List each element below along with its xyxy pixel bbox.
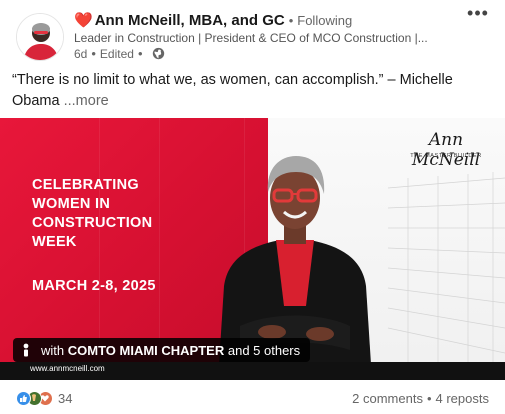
brand-logo-tagline: THE MASTER BUILDER xyxy=(410,153,482,159)
author-headline: Leader in Construction | President & CEO… xyxy=(74,31,428,45)
brand-logo-name: Ann McNeill xyxy=(411,130,481,170)
more-icon[interactable]: ••• xyxy=(466,4,490,24)
following-status: Following xyxy=(297,12,353,28)
website-url: www.annmcneill.com xyxy=(30,364,105,373)
social-counts-bar: 34 2 comments • 4 reposts xyxy=(0,386,505,412)
author-name[interactable]: Ann McNeill, MBA, and GC xyxy=(95,12,285,29)
post-header: ❤️ Ann McNeill, MBA, and GC • Following … xyxy=(0,0,505,66)
post-time[interactable]: 6d xyxy=(74,47,87,61)
promo-headline-line: CONSTRUCTION xyxy=(32,215,153,231)
post-meta: 6d • Edited • xyxy=(74,46,165,61)
tag-prefix: with xyxy=(41,342,65,358)
tag-others[interactable]: and 5 others xyxy=(228,343,300,358)
tagged-people-pill[interactable]: with COMTO MIAMI CHAPTER and 5 others xyxy=(13,338,311,362)
reaction-count[interactable]: 34 xyxy=(58,391,72,406)
separator-dot: • xyxy=(288,12,294,28)
post-image[interactable]: CELEBRATING WOMEN IN CONSTRUCTION WEEK M… xyxy=(0,118,505,380)
promo-headline-line: WOMEN IN xyxy=(32,196,111,212)
separator-dot: • xyxy=(137,46,143,61)
person-icon xyxy=(21,343,31,357)
separator-dot: • xyxy=(426,391,432,406)
globe-icon xyxy=(152,47,165,60)
tagged-organization[interactable]: COMTO MIAMI CHAPTER xyxy=(68,343,224,358)
promo-headline: CELEBRATING WOMEN IN CONSTRUCTION WEEK xyxy=(32,176,232,252)
engagement-counts: 2 comments • 4 reposts xyxy=(352,391,489,406)
promo-headline-line: WEEK xyxy=(32,234,77,250)
promo-headline-line: CELEBRATING xyxy=(32,177,139,193)
comments-count[interactable]: 2 comments xyxy=(352,391,423,406)
heart-emoji: ❤️ xyxy=(74,12,93,29)
like-icon xyxy=(16,391,31,406)
separator-dot: • xyxy=(91,46,96,61)
promo-dates: MARCH 2-8, 2025 xyxy=(32,278,156,294)
post-caption: “There is no limit to what we, as women,… xyxy=(12,70,492,112)
edited-label: Edited xyxy=(99,46,134,61)
reposts-count[interactable]: 4 reposts xyxy=(436,391,489,406)
see-more-link[interactable]: ...more xyxy=(64,93,109,109)
author-name-row: ❤️ Ann McNeill, MBA, and GC • Following xyxy=(74,9,454,31)
reactions-summary[interactable]: 34 xyxy=(16,391,72,406)
author-avatar[interactable] xyxy=(16,13,64,61)
